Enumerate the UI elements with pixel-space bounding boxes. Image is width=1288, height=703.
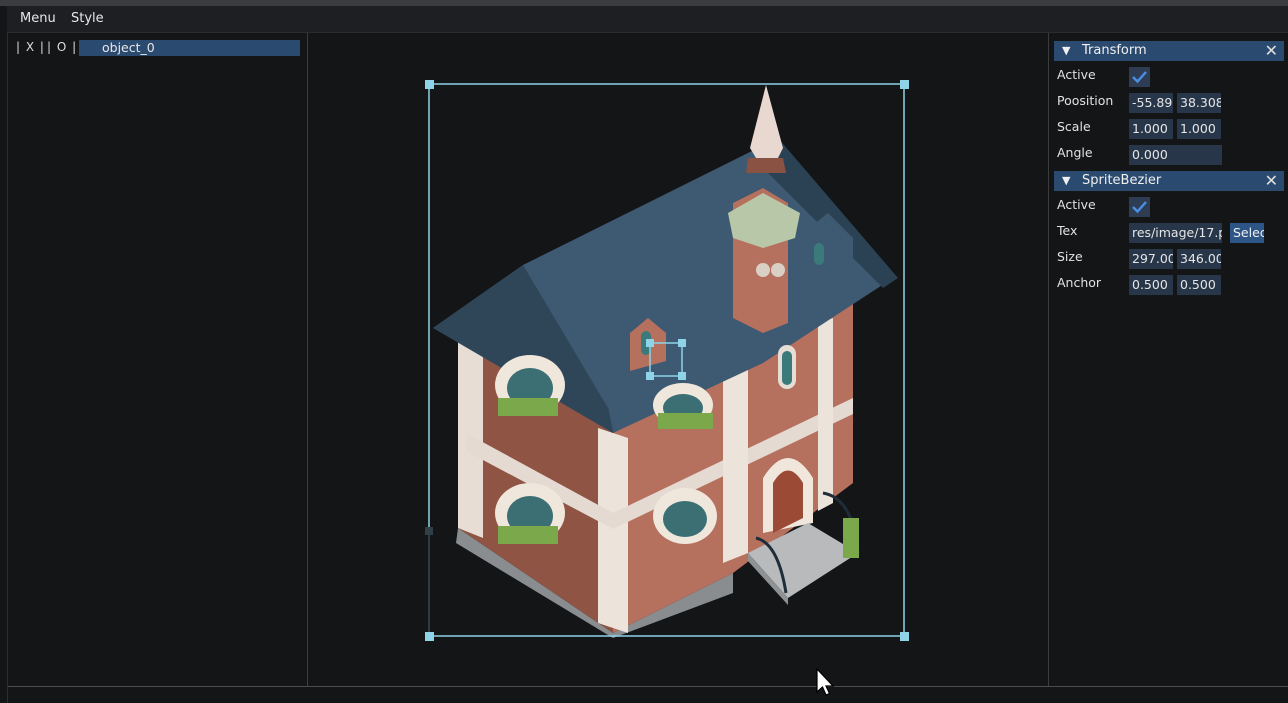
resize-handle-top-left[interactable] xyxy=(425,80,434,89)
menu-bar: Menu Style xyxy=(7,6,1288,33)
tex-path-field[interactable]: res/image/17.png xyxy=(1129,223,1222,243)
transform-active-label: Active xyxy=(1057,67,1096,82)
transform-section-header[interactable]: ▼ Transform ✕ xyxy=(1054,41,1284,61)
scale-x-field[interactable]: 1.000 xyxy=(1129,119,1173,139)
checkmark-icon xyxy=(1132,71,1147,84)
resize-handle-bottom-left[interactable] xyxy=(425,632,434,641)
triangle-down-icon[interactable]: ▼ xyxy=(1062,174,1070,187)
checkmark-icon xyxy=(1132,201,1147,214)
size-width-field[interactable]: 297.00 xyxy=(1129,249,1173,269)
house-sprite[interactable] xyxy=(433,85,898,638)
angle-field[interactable]: 0.000 xyxy=(1129,145,1222,165)
inspector-panel: ▼ Transform ✕ Active Poosition -55.89 38… xyxy=(1048,33,1288,686)
transform-title: Transform xyxy=(1082,43,1147,58)
hierarchy-item-label: object_0 xyxy=(102,40,155,55)
sprite-active-label: Active xyxy=(1057,197,1096,212)
hierarchy-panel: | X | | O | object_0 xyxy=(8,33,308,686)
transform-active-checkbox[interactable] xyxy=(1129,67,1150,87)
triangle-down-icon[interactable]: ▼ xyxy=(1062,44,1070,57)
position-x-field[interactable]: -55.89 xyxy=(1129,93,1173,113)
scene-viewport[interactable] xyxy=(308,33,1047,686)
hierarchy-item-object-0[interactable]: object_0 xyxy=(79,40,300,56)
menu-item-style[interactable]: Style xyxy=(71,11,104,26)
sprite-active-checkbox[interactable] xyxy=(1129,197,1150,217)
position-y-field[interactable]: 38.308 xyxy=(1177,93,1221,113)
tex-label: Tex xyxy=(1057,223,1078,238)
scale-label: Scale xyxy=(1057,119,1091,134)
select-texture-button[interactable]: Select xyxy=(1230,223,1264,243)
add-object-button[interactable]: | O | xyxy=(47,40,77,54)
angle-label: Angle xyxy=(1057,145,1093,160)
menu-item-menu[interactable]: Menu xyxy=(20,11,56,26)
spritebezier-section-header[interactable]: ▼ SpriteBezier ✕ xyxy=(1054,171,1284,191)
position-label: Poosition xyxy=(1057,93,1114,108)
scene-canvas[interactable] xyxy=(308,33,1047,686)
resize-handle-bottom-right[interactable] xyxy=(900,632,909,641)
size-height-field[interactable]: 346.00 xyxy=(1177,249,1221,269)
close-icon[interactable]: ✕ xyxy=(1265,171,1278,190)
spritebezier-title: SpriteBezier xyxy=(1082,173,1162,188)
anchor-label: Anchor xyxy=(1057,275,1102,290)
close-icon[interactable]: ✕ xyxy=(1265,41,1278,60)
anchor-y-field[interactable]: 0.500 xyxy=(1177,275,1221,295)
mouse-pointer-icon xyxy=(816,668,835,696)
status-bar xyxy=(8,687,1288,703)
anchor-x-field[interactable]: 0.500 xyxy=(1129,275,1173,295)
size-label: Size xyxy=(1057,249,1083,264)
resize-handle-top-right[interactable] xyxy=(900,80,909,89)
scale-y-field[interactable]: 1.000 xyxy=(1177,119,1221,139)
delete-object-button[interactable]: | X | xyxy=(16,40,45,54)
